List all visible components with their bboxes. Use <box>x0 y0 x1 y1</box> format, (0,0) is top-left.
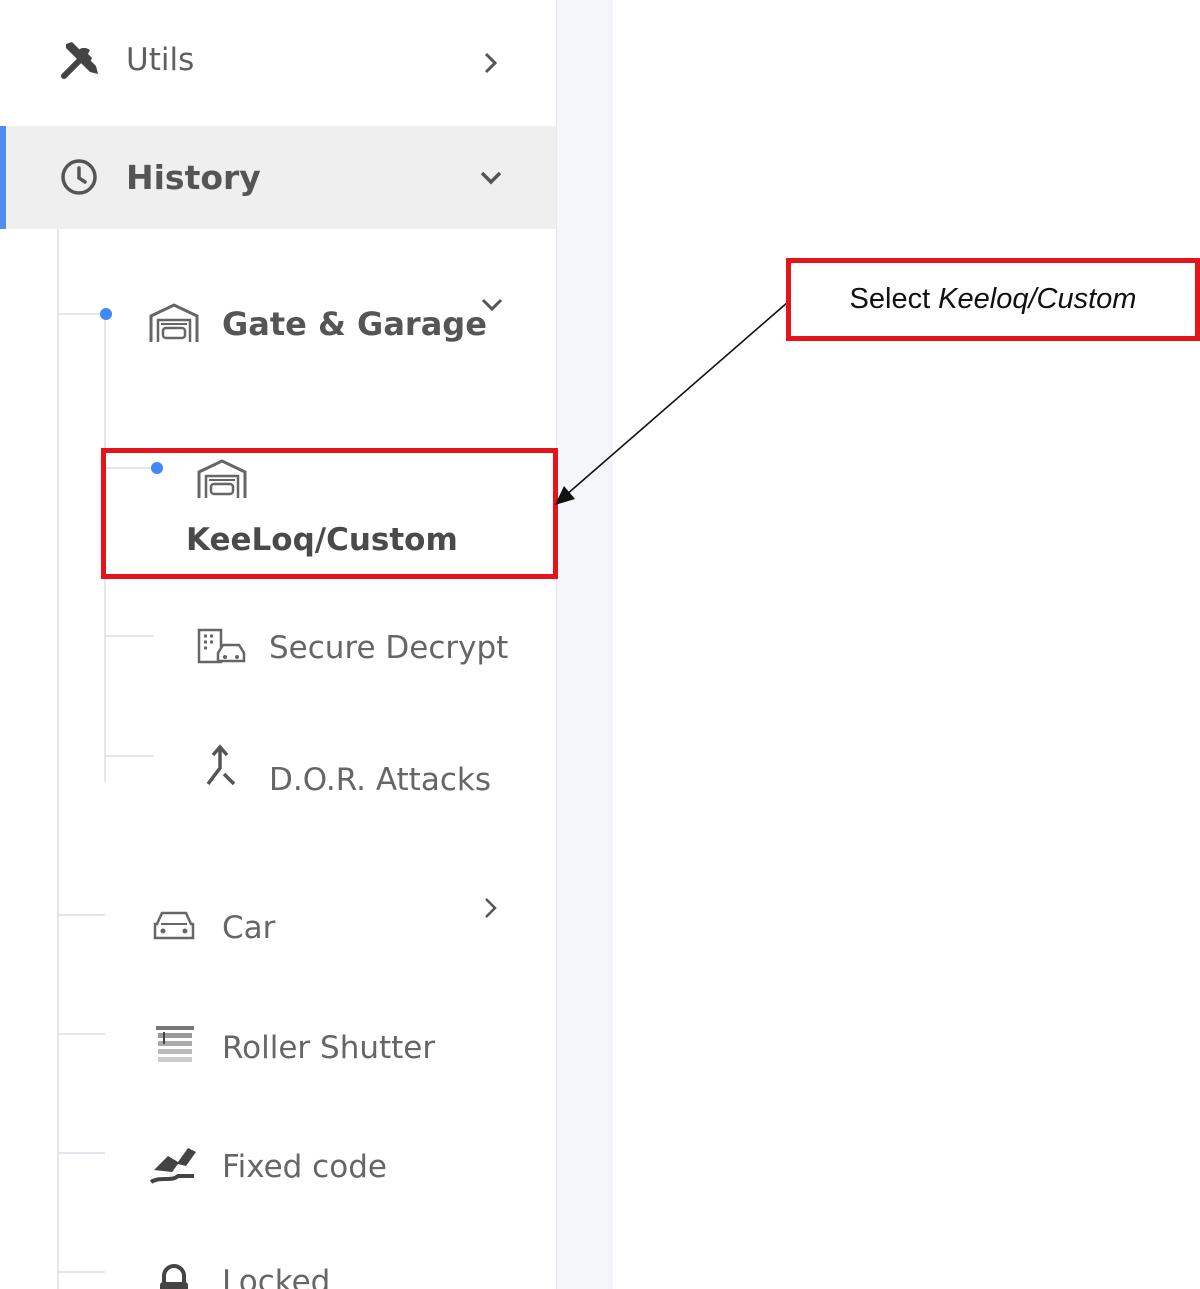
tree-line <box>106 755 154 757</box>
lock-icon <box>160 1264 188 1289</box>
clock-icon <box>61 159 97 195</box>
car-icon <box>153 911 195 940</box>
highlight-box <box>101 448 558 579</box>
sidebar-item-fixed-code[interactable]: Fixed code <box>140 1130 520 1200</box>
tree-line <box>59 914 105 916</box>
sidebar-item-history[interactable]: History <box>0 126 556 229</box>
sidebar-item-roller-shutter[interactable]: Roller Shutter <box>140 1010 520 1080</box>
shutter-icon <box>156 1026 194 1062</box>
sidebar-item-label: Gate & Garage <box>222 305 487 343</box>
sidebar-item-label: Locked <box>222 1264 331 1289</box>
sidebar-item-label: History <box>126 158 261 197</box>
callout-prefix: Select <box>849 283 931 315</box>
chevron-down-icon <box>480 171 502 185</box>
chevron-down-icon <box>481 298 503 312</box>
tree-line <box>59 313 105 315</box>
sidebar-item-label: Utils <box>126 42 195 78</box>
sidebar-nav: Utils History Gate & Garage KeeLoq/Custo… <box>0 0 556 1289</box>
sidebar-item-label: Fixed code <box>222 1149 387 1185</box>
sidebar-item-car[interactable]: Car <box>140 890 520 960</box>
tree-line <box>59 1033 105 1035</box>
sidebar-item-label: Secure Decrypt <box>269 630 509 666</box>
sidebar-item-utils[interactable]: Utils <box>0 20 556 105</box>
annotation-callout: Select Keeloq/Custom <box>786 258 1200 341</box>
active-dot <box>100 308 112 320</box>
main-content <box>613 0 1200 1289</box>
callout-target: Keeloq/Custom <box>938 283 1137 315</box>
garage-icon <box>149 303 199 342</box>
sidebar-item-locked[interactable]: Locked <box>140 1250 520 1289</box>
wave-icon <box>149 1148 196 1184</box>
tree-line <box>57 229 59 1289</box>
tools-icon <box>61 42 98 79</box>
tree-line <box>59 1271 105 1273</box>
chevron-right-icon <box>485 898 497 918</box>
sidebar-item-dor-attacks[interactable]: D.O.R. Attacks <box>190 740 540 810</box>
sidebar-item-label: Car <box>222 910 276 946</box>
building-car-icon <box>197 628 246 664</box>
tree-line <box>106 635 154 637</box>
chevron-right-icon <box>484 52 498 74</box>
sidebar-item-label: Roller Shutter <box>222 1030 436 1066</box>
sidebar-item-secure-decrypt[interactable]: Secure Decrypt <box>190 615 540 685</box>
content-gutter <box>556 0 614 1289</box>
sidebar-item-gate-garage[interactable]: Gate & Garage <box>140 285 520 365</box>
merge-arrow-icon <box>206 744 236 786</box>
sidebar-item-label: D.O.R. Attacks <box>269 762 491 798</box>
tree-line <box>59 1152 105 1154</box>
